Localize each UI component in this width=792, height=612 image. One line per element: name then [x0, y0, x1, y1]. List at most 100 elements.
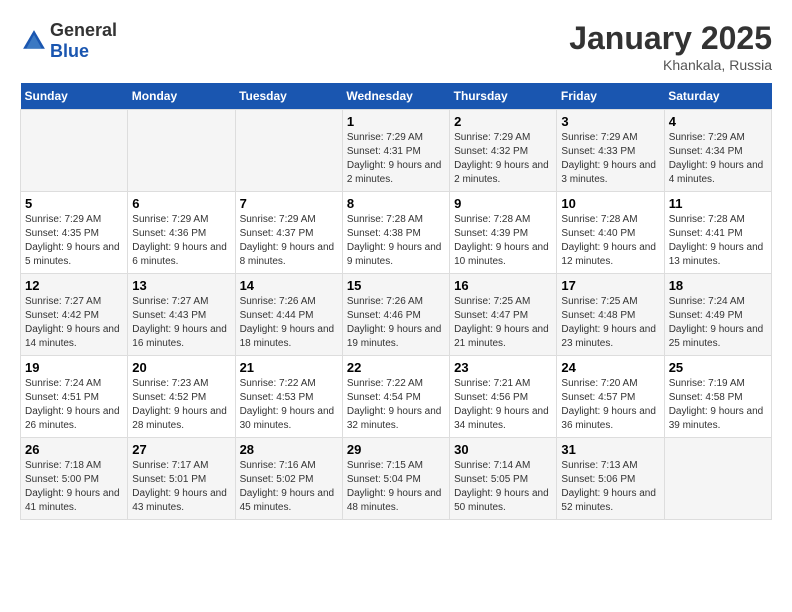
- day-number: 1: [347, 114, 445, 129]
- cell-info: Sunrise: 7:29 AM Sunset: 4:33 PM Dayligh…: [561, 131, 659, 187]
- cell-info: Sunrise: 7:29 AM Sunset: 4:34 PM Dayligh…: [669, 131, 767, 187]
- cell-info: Sunrise: 7:16 AM Sunset: 5:02 PM Dayligh…: [240, 459, 338, 515]
- calendar-cell: 7 Sunrise: 7:29 AM Sunset: 4:37 PM Daylig…: [235, 192, 342, 274]
- cell-info: Sunrise: 7:26 AM Sunset: 4:44 PM Dayligh…: [240, 295, 338, 351]
- calendar-cell: 1 Sunrise: 7:29 AM Sunset: 4:31 PM Daylig…: [342, 110, 449, 192]
- calendar-cell: 22 Sunrise: 7:22 AM Sunset: 4:54 PM Dayli…: [342, 356, 449, 438]
- calendar-week-row: 12 Sunrise: 7:27 AM Sunset: 4:42 PM Dayli…: [21, 274, 772, 356]
- day-number: 15: [347, 278, 445, 293]
- day-number: 20: [132, 360, 230, 375]
- cell-info: Sunrise: 7:21 AM Sunset: 4:56 PM Dayligh…: [454, 377, 552, 433]
- day-number: 31: [561, 442, 659, 457]
- calendar-week-row: 19 Sunrise: 7:24 AM Sunset: 4:51 PM Dayli…: [21, 356, 772, 438]
- day-number: 14: [240, 278, 338, 293]
- cell-info: Sunrise: 7:29 AM Sunset: 4:36 PM Dayligh…: [132, 213, 230, 269]
- day-number: 7: [240, 196, 338, 211]
- day-number: 12: [25, 278, 123, 293]
- calendar-cell: 10Sunrise: 7:28 AM Sunset: 4:40 PM Dayli…: [557, 192, 664, 274]
- cell-info: Sunrise: 7:20 AM Sunset: 4:57 PM Dayligh…: [561, 377, 659, 433]
- calendar-cell: 18Sunrise: 7:24 AM Sunset: 4:49 PM Dayli…: [664, 274, 771, 356]
- day-number: 4: [669, 114, 767, 129]
- day-number: 27: [132, 442, 230, 457]
- cell-info: Sunrise: 7:27 AM Sunset: 4:43 PM Dayligh…: [132, 295, 230, 351]
- cell-info: Sunrise: 7:25 AM Sunset: 4:48 PM Dayligh…: [561, 295, 659, 351]
- calendar-cell: [21, 110, 128, 192]
- cell-info: Sunrise: 7:28 AM Sunset: 4:39 PM Dayligh…: [454, 213, 552, 269]
- cell-info: Sunrise: 7:29 AM Sunset: 4:37 PM Dayligh…: [240, 213, 338, 269]
- calendar-cell: 26 Sunrise: 7:18 AM Sunset: 5:00 PM Dayli…: [21, 438, 128, 520]
- location-label: Khankala, Russia: [569, 57, 772, 73]
- calendar-week-row: 1 Sunrise: 7:29 AM Sunset: 4:31 PM Daylig…: [21, 110, 772, 192]
- day-number: 30: [454, 442, 552, 457]
- month-title: January 2025: [569, 20, 772, 57]
- cell-info: Sunrise: 7:13 AM Sunset: 5:06 PM Dayligh…: [561, 459, 659, 515]
- calendar-cell: 20 Sunrise: 7:23 AM Sunset: 4:52 PM Dayli…: [128, 356, 235, 438]
- calendar-cell: 17 Sunrise: 7:25 AM Sunset: 4:48 PM Dayli…: [557, 274, 664, 356]
- calendar-cell: 6 Sunrise: 7:29 AM Sunset: 4:36 PM Daylig…: [128, 192, 235, 274]
- calendar-cell: 2 Sunrise: 7:29 AM Sunset: 4:32 PM Daylig…: [450, 110, 557, 192]
- logo-blue: Blue: [50, 41, 89, 61]
- day-number: 25: [669, 360, 767, 375]
- cell-info: Sunrise: 7:17 AM Sunset: 5:01 PM Dayligh…: [132, 459, 230, 515]
- calendar-cell: 23Sunrise: 7:21 AM Sunset: 4:56 PM Dayli…: [450, 356, 557, 438]
- page-header: General Blue January 2025 Khankala, Russ…: [20, 20, 772, 73]
- logo-icon: [20, 27, 48, 55]
- cell-info: Sunrise: 7:23 AM Sunset: 4:52 PM Dayligh…: [132, 377, 230, 433]
- day-number: 24: [561, 360, 659, 375]
- cell-info: Sunrise: 7:27 AM Sunset: 4:42 PM Dayligh…: [25, 295, 123, 351]
- calendar-cell: 14 Sunrise: 7:26 AM Sunset: 4:44 PM Dayli…: [235, 274, 342, 356]
- day-number: 5: [25, 196, 123, 211]
- cell-info: Sunrise: 7:19 AM Sunset: 4:58 PM Dayligh…: [669, 377, 767, 433]
- calendar-cell: 11Sunrise: 7:28 AM Sunset: 4:41 PM Dayli…: [664, 192, 771, 274]
- calendar-cell: 30 Sunrise: 7:14 AM Sunset: 5:05 PM Dayli…: [450, 438, 557, 520]
- day-number: 9: [454, 196, 552, 211]
- day-header-wednesday: Wednesday: [342, 83, 449, 110]
- calendar-table: SundayMondayTuesdayWednesdayThursdayFrid…: [20, 83, 772, 520]
- calendar-week-row: 5 Sunrise: 7:29 AM Sunset: 4:35 PM Daylig…: [21, 192, 772, 274]
- day-number: 2: [454, 114, 552, 129]
- calendar-cell: 8Sunrise: 7:28 AM Sunset: 4:38 PM Daylig…: [342, 192, 449, 274]
- calendar-cell: 29Sunrise: 7:15 AM Sunset: 5:04 PM Dayli…: [342, 438, 449, 520]
- calendar-header-row: SundayMondayTuesdayWednesdayThursdayFrid…: [21, 83, 772, 110]
- day-number: 18: [669, 278, 767, 293]
- day-number: 8: [347, 196, 445, 211]
- day-number: 26: [25, 442, 123, 457]
- calendar-cell: [128, 110, 235, 192]
- cell-info: Sunrise: 7:24 AM Sunset: 4:51 PM Dayligh…: [25, 377, 123, 433]
- logo: General Blue: [20, 20, 117, 62]
- cell-info: Sunrise: 7:15 AM Sunset: 5:04 PM Dayligh…: [347, 459, 445, 515]
- cell-info: Sunrise: 7:14 AM Sunset: 5:05 PM Dayligh…: [454, 459, 552, 515]
- day-header-tuesday: Tuesday: [235, 83, 342, 110]
- cell-info: Sunrise: 7:29 AM Sunset: 4:32 PM Dayligh…: [454, 131, 552, 187]
- day-header-friday: Friday: [557, 83, 664, 110]
- calendar-cell: 31 Sunrise: 7:13 AM Sunset: 5:06 PM Dayli…: [557, 438, 664, 520]
- cell-info: Sunrise: 7:18 AM Sunset: 5:00 PM Dayligh…: [25, 459, 123, 515]
- day-number: 19: [25, 360, 123, 375]
- calendar-cell: 24 Sunrise: 7:20 AM Sunset: 4:57 PM Dayli…: [557, 356, 664, 438]
- cell-info: Sunrise: 7:29 AM Sunset: 4:35 PM Dayligh…: [25, 213, 123, 269]
- title-block: January 2025 Khankala, Russia: [569, 20, 772, 73]
- day-number: 6: [132, 196, 230, 211]
- day-header-monday: Monday: [128, 83, 235, 110]
- cell-info: Sunrise: 7:28 AM Sunset: 4:41 PM Dayligh…: [669, 213, 767, 269]
- day-number: 16: [454, 278, 552, 293]
- calendar-cell: 12 Sunrise: 7:27 AM Sunset: 4:42 PM Dayli…: [21, 274, 128, 356]
- calendar-cell: 13Sunrise: 7:27 AM Sunset: 4:43 PM Dayli…: [128, 274, 235, 356]
- cell-info: Sunrise: 7:29 AM Sunset: 4:31 PM Dayligh…: [347, 131, 445, 187]
- day-number: 22: [347, 360, 445, 375]
- calendar-cell: [664, 438, 771, 520]
- calendar-cell: 5 Sunrise: 7:29 AM Sunset: 4:35 PM Daylig…: [21, 192, 128, 274]
- day-number: 28: [240, 442, 338, 457]
- calendar-week-row: 26 Sunrise: 7:18 AM Sunset: 5:00 PM Dayli…: [21, 438, 772, 520]
- calendar-cell: 25 Sunrise: 7:19 AM Sunset: 4:58 PM Dayli…: [664, 356, 771, 438]
- day-header-sunday: Sunday: [21, 83, 128, 110]
- calendar-cell: 27 Sunrise: 7:17 AM Sunset: 5:01 PM Dayli…: [128, 438, 235, 520]
- calendar-cell: [235, 110, 342, 192]
- cell-info: Sunrise: 7:22 AM Sunset: 4:53 PM Dayligh…: [240, 377, 338, 433]
- calendar-cell: 3Sunrise: 7:29 AM Sunset: 4:33 PM Daylig…: [557, 110, 664, 192]
- calendar-cell: 16Sunrise: 7:25 AM Sunset: 4:47 PM Dayli…: [450, 274, 557, 356]
- cell-info: Sunrise: 7:22 AM Sunset: 4:54 PM Dayligh…: [347, 377, 445, 433]
- day-number: 17: [561, 278, 659, 293]
- cell-info: Sunrise: 7:26 AM Sunset: 4:46 PM Dayligh…: [347, 295, 445, 351]
- calendar-cell: 15 Sunrise: 7:26 AM Sunset: 4:46 PM Dayli…: [342, 274, 449, 356]
